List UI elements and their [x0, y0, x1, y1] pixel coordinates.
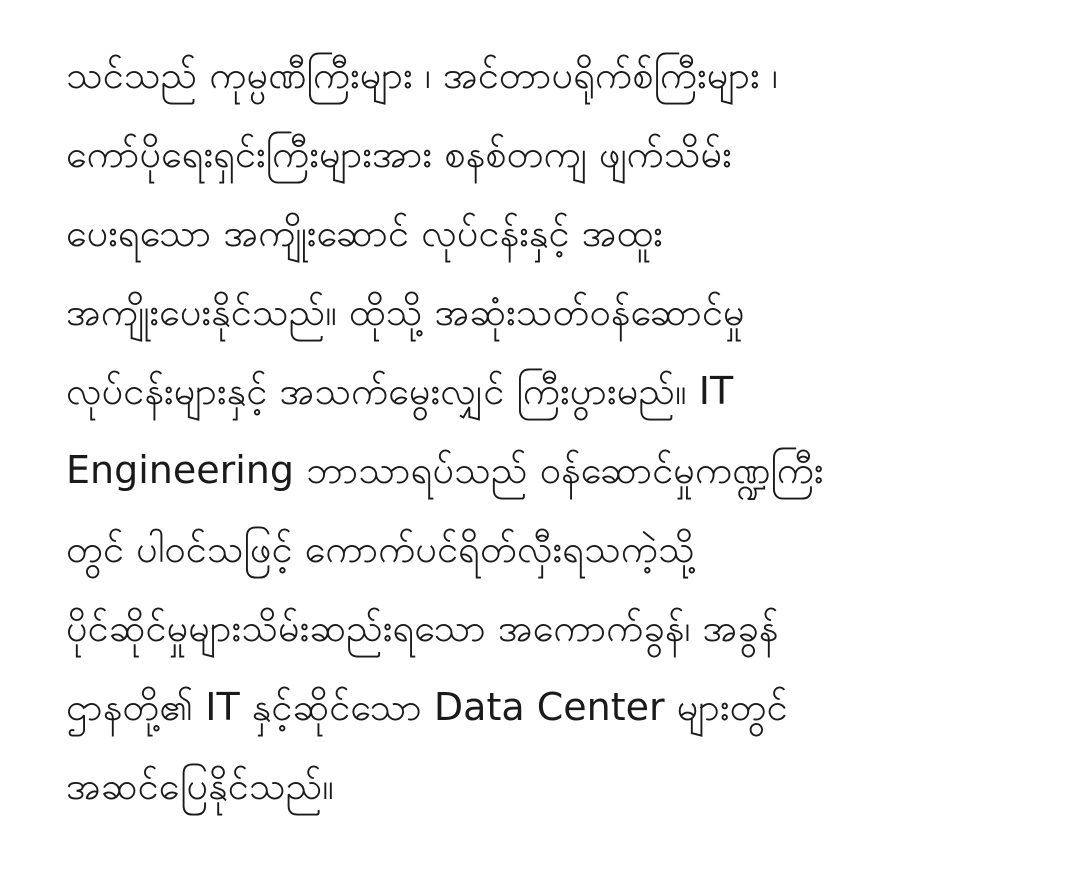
paragraph-line: သင်သည် ကုမ္ပဏီကြီးများ ၊ အင်တာပရိုက်စ်ကြ…	[66, 53, 778, 97]
paragraph-line: တွင် ပါဝင်သဖြင့် ကောက်ပင်ရိတ်လှီးရသကဲ့သိ…	[66, 527, 695, 571]
paragraph-line: ဌာနတို့၏ IT နှင့်ဆိုင်သော Data Center မျ…	[66, 685, 788, 729]
paragraph-line: ကော်ပိုရေးရှင်းကြီးများအား စနစ်တကျ ဖျက်သ…	[66, 132, 732, 176]
paragraph-line: Engineering ဘာသာရပ်သည် ဝန်ဆောင်မှုကဏ္ဍကြ…	[66, 448, 824, 492]
paragraph-line: အကျိုးပေးနိုင်သည်။ ထိုသို့ အဆုံးသတ်ဝန်ဆေ…	[66, 290, 745, 334]
document-paragraph: သင်သည် ကုမ္ပဏီကြီးများ ၊ အင်တာပရိုက်စ်ကြ…	[66, 40, 1026, 830]
paragraph-line: ပိုင်ဆိုင်မှုများသိမ်းဆည်းရသော အကောက်ခွန…	[66, 606, 779, 650]
paragraph-line: လုပ်ငန်းများနှင့် အသက်မွေးလျှင် ကြီးပွား…	[66, 369, 734, 413]
paragraph-line: ပေးရသော အကျိုးဆောင် လုပ်ငန်းနှင့် အထူး	[66, 211, 663, 255]
paragraph-line: အဆင်ပြေနိုင်သည်။	[66, 764, 334, 808]
